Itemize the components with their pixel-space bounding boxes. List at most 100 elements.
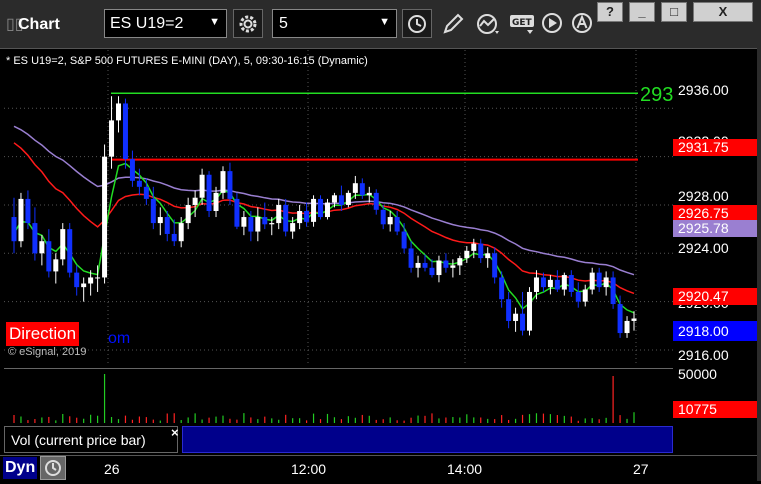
drag-handle-icon[interactable]: ▯▯ <box>6 14 24 34</box>
candle-body <box>255 217 261 232</box>
symbol-input[interactable]: ES U19=2 ▼ <box>104 9 227 38</box>
get-data-button[interactable]: GET <box>506 9 536 38</box>
candle-body <box>387 217 393 225</box>
candle-body <box>227 171 233 199</box>
window-frame <box>757 48 761 481</box>
candle-body <box>408 248 414 268</box>
svg-text:GET: GET <box>512 18 533 28</box>
candle-body <box>32 223 38 254</box>
volume-axis-label: 50000 <box>678 366 717 382</box>
time-button[interactable] <box>402 9 432 38</box>
candle-body <box>380 209 386 225</box>
time-axis[interactable]: 26 12:00 14:00 27 <box>0 455 761 482</box>
candle-body <box>506 299 512 321</box>
candle-body <box>589 272 595 290</box>
candle-body <box>248 217 254 232</box>
candle-body <box>547 279 553 288</box>
candle-body <box>527 291 533 331</box>
play-icon <box>542 13 562 33</box>
volume-legend-text: Vol (current price bar) <box>11 432 146 448</box>
minimize-button[interactable]: _ <box>629 2 655 22</box>
alert-button[interactable] <box>568 9 598 38</box>
volume-pane[interactable] <box>4 368 673 425</box>
candle-body <box>533 277 539 292</box>
help-button[interactable]: ? <box>597 2 623 22</box>
candle-body <box>81 283 87 288</box>
play-button[interactable] <box>538 9 568 38</box>
interval-value: 5 <box>279 15 288 32</box>
candle-body <box>422 262 428 268</box>
price-pane[interactable]: 293 <box>4 50 673 366</box>
candle-body <box>122 103 128 160</box>
candle-body <box>109 120 115 157</box>
candle-body <box>394 217 400 232</box>
settings-button[interactable] <box>233 9 263 38</box>
candle-body <box>520 313 526 331</box>
candle-body <box>415 262 421 268</box>
candle-body <box>276 204 282 224</box>
candle-body <box>164 217 170 234</box>
chart-header: * ES U19=2, S&P 500 FUTURES E-MINI (DAY)… <box>6 55 368 67</box>
candle-body <box>150 198 156 224</box>
overlay-label: 293 <box>640 84 673 106</box>
clock-icon <box>408 15 426 33</box>
candle-body <box>171 233 177 242</box>
volume-legend[interactable]: Vol (current price bar) <box>4 426 178 453</box>
candle-body <box>67 229 73 273</box>
candle-body <box>338 195 344 205</box>
studies-button[interactable] <box>472 9 502 38</box>
candle-body <box>115 103 121 121</box>
candle-body <box>283 204 289 232</box>
candle-body <box>60 229 66 260</box>
interval-select[interactable]: 5 ▼ <box>272 9 397 38</box>
price-tag-purple-ma: 2925.78 <box>673 220 757 237</box>
candle-body <box>234 198 240 227</box>
candle-body <box>241 217 247 227</box>
candle-body <box>213 192 219 211</box>
candle-body <box>220 171 226 193</box>
candle-body <box>318 198 324 218</box>
price-axis-label: 2924.00 <box>678 240 729 256</box>
volume-tag: 10775 <box>673 401 757 418</box>
candle-body <box>199 174 205 198</box>
lock-scale-icon[interactable] <box>40 456 66 480</box>
close-button[interactable]: X <box>693 2 753 22</box>
candle-body <box>88 277 94 284</box>
candle-body <box>95 277 101 279</box>
chevron-down-icon[interactable]: ▼ <box>379 16 390 28</box>
candle-body <box>624 320 630 334</box>
candle-body <box>610 277 616 305</box>
draw-button[interactable] <box>438 9 468 38</box>
candle-body <box>74 272 80 288</box>
candle-body <box>352 183 358 193</box>
candle-body <box>102 156 108 278</box>
candle-body <box>129 159 135 181</box>
candle-body <box>18 198 24 242</box>
symbol-value: ES U19=2 <box>110 15 184 32</box>
candle-body <box>297 211 303 224</box>
maximize-button[interactable]: □ <box>661 2 687 22</box>
candle-body <box>478 243 484 259</box>
candle-body <box>290 223 296 232</box>
chevron-down-icon[interactable]: ▼ <box>209 16 220 28</box>
volume-axis[interactable]: 50000 10775 <box>673 366 757 424</box>
candle-body <box>25 198 31 224</box>
price-axis[interactable]: 2936.00 2932.00 2928.00 2924.00 2920.00 … <box>673 50 757 366</box>
get-icon: GET <box>510 15 534 34</box>
close-icon[interactable]: × <box>171 425 179 440</box>
candle-body <box>568 275 574 292</box>
window-title-text: Chart <box>18 16 60 33</box>
chart-window: ▯▯Chart ES U19=2 ▼ 5 ▼ GET ? _ □ X 293 *… <box>0 0 761 482</box>
candle-body <box>262 217 268 225</box>
candle-body <box>359 183 365 196</box>
candle-body <box>401 231 407 249</box>
price-tag-upper-band: 2931.75 <box>673 139 757 156</box>
candle-body <box>178 223 184 242</box>
candle-body <box>366 192 372 196</box>
volume-chart <box>13 374 635 423</box>
candle-body <box>436 260 442 276</box>
candle-body <box>603 277 609 288</box>
gear-icon <box>239 15 257 33</box>
dynamic-button[interactable]: Dyn <box>3 457 37 479</box>
candle-body <box>143 186 149 199</box>
